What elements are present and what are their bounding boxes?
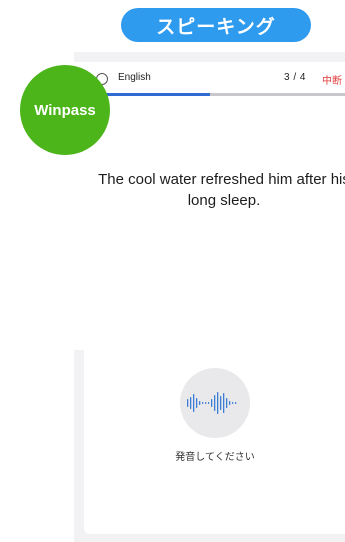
quit-button[interactable]: 中断 <box>322 72 342 87</box>
brand-name: Winpass <box>34 101 96 119</box>
question-sentence: The cool water refreshed him after his l… <box>98 171 345 209</box>
speaking-card: 発音してください <box>84 305 345 534</box>
banner-title: スピーキング <box>156 15 276 38</box>
record-button[interactable] <box>180 368 250 438</box>
progress-count: 3 / 4 <box>284 72 306 83</box>
app-header: English 3 / 4 中断 <box>74 62 345 96</box>
speaking-banner: スピーキング <box>121 8 311 42</box>
speak-prompt: 発音してください <box>175 452 255 463</box>
waveform-icon <box>187 392 237 414</box>
language-label: English <box>118 72 151 83</box>
app-screen: English 3 / 4 中断 The cool water refreshe… <box>74 52 345 542</box>
brand-badge: Winpass <box>20 65 110 155</box>
